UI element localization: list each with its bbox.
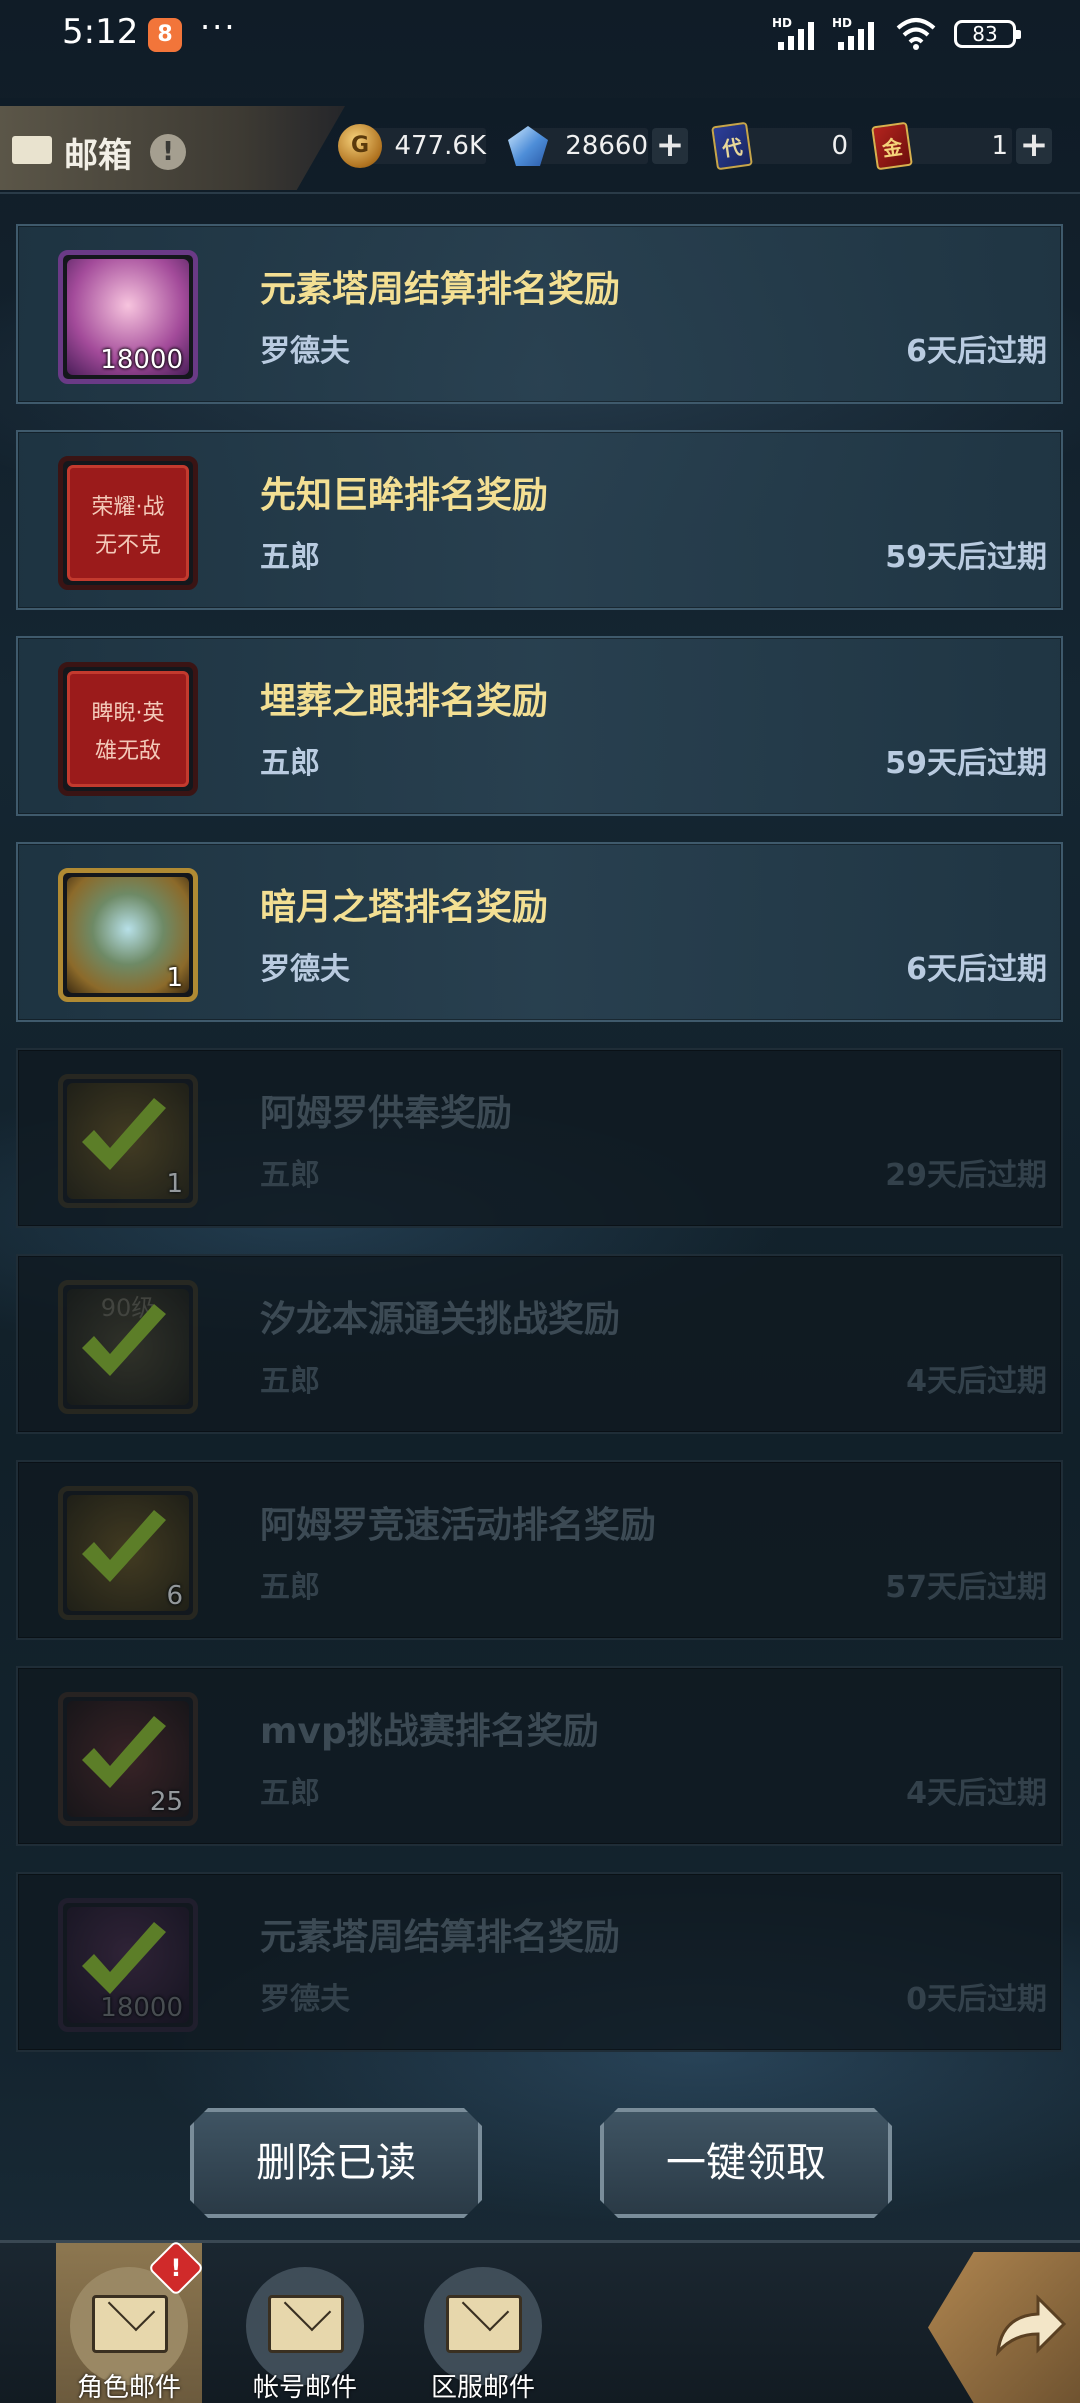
add-red-card-button[interactable]: + bbox=[1016, 128, 1052, 164]
claimed-check-icon bbox=[82, 1716, 166, 1788]
crystal-counter: 28660 + bbox=[506, 124, 690, 168]
mail-sender: 五郎 bbox=[260, 1776, 320, 1811]
mail-sender: 五郎 bbox=[260, 1570, 320, 1605]
red-card-icon: 金 bbox=[871, 121, 913, 171]
mail-title: 暗月之塔排名奖励 bbox=[260, 887, 549, 928]
delete-read-button[interactable]: 删除已读 bbox=[190, 2108, 482, 2218]
more-notifications-icon: ··· bbox=[200, 8, 237, 46]
mail-sender: 五郎 bbox=[260, 1364, 320, 1399]
battery-icon: 83 bbox=[954, 20, 1021, 48]
mail-sender: 五郎 bbox=[260, 1158, 320, 1193]
gold-value: 477.6K bbox=[394, 131, 486, 161]
envelope-icon bbox=[92, 2295, 168, 2353]
crystal-value: 28660 bbox=[565, 131, 648, 161]
mail-sender: 罗德夫 bbox=[260, 334, 350, 369]
mail-title: 元素塔周结算排名奖励 bbox=[260, 269, 621, 310]
mail-title: mvp挑战赛排名奖励 bbox=[260, 1711, 599, 1752]
mail-expiry: 6天后过期 bbox=[906, 334, 1047, 369]
mail-item[interactable]: 18000 元素塔周结算排名奖励 罗德夫 6天后过期 bbox=[16, 224, 1063, 404]
tab-label: 区服邮件 bbox=[430, 2373, 535, 2403]
tab-label: 帐号邮件 bbox=[252, 2373, 357, 2403]
mail-title: 埋葬之眼排名奖励 bbox=[260, 681, 549, 722]
mail-title: 阿姆罗竞速活动排名奖励 bbox=[260, 1505, 657, 1546]
mail-item-read[interactable]: 18000 元素塔周结算排名奖励 罗德夫 0天后过期 bbox=[16, 1872, 1063, 2052]
mail-item[interactable]: 1 暗月之塔排名奖励 罗德夫 6天后过期 bbox=[16, 842, 1063, 1022]
gold-coin-icon: G bbox=[338, 124, 382, 168]
mail-sender: 五郎 bbox=[260, 540, 320, 575]
mail-expiry: 29天后过期 bbox=[885, 1158, 1047, 1193]
mail-sender: 罗德夫 bbox=[260, 952, 350, 987]
reward-thumbnail: 荣耀·战 无不克 bbox=[58, 456, 198, 590]
claim-all-button[interactable]: 一键领取 bbox=[600, 2108, 892, 2218]
tab-account-mail[interactable]: 帐号邮件 bbox=[232, 2243, 378, 2403]
status-bar: 5:12 8 ··· HD HD 83 bbox=[0, 0, 1080, 70]
account-envelope-icon bbox=[268, 2295, 344, 2353]
gold-counter: G 477.6K bbox=[338, 124, 488, 168]
mailbox-header: 邮箱 ! G 477.6K 28660 + 代 0 金 1 + bbox=[0, 98, 1080, 194]
info-icon[interactable]: ! bbox=[150, 134, 186, 170]
mail-title: 汐龙本源通关挑战奖励 bbox=[260, 1299, 621, 1340]
mail-expiry: 0天后过期 bbox=[906, 1982, 1047, 2017]
mail-item-read[interactable]: 6 阿姆罗竞速活动排名奖励 五郎 57天后过期 bbox=[16, 1460, 1063, 1640]
thumbnail-text: 荣耀·战 无不克 bbox=[91, 495, 165, 558]
wifi-icon bbox=[896, 18, 936, 50]
thumbnail-text: 睥睨·英 雄无敌 bbox=[91, 701, 165, 764]
status-time: 5:12 bbox=[62, 12, 139, 52]
mail-title: 阿姆罗供奉奖励 bbox=[260, 1093, 513, 1134]
reward-thumbnail: 18000 bbox=[58, 250, 198, 384]
claimed-check-icon bbox=[82, 1304, 166, 1376]
add-crystal-button[interactable]: + bbox=[652, 128, 688, 164]
mail-item[interactable]: 荣耀·战 无不克 先知巨眸排名奖励 五郎 59天后过期 bbox=[16, 430, 1063, 610]
reward-count: 1 bbox=[166, 963, 183, 993]
claimed-check-icon bbox=[82, 1098, 166, 1170]
mail-item[interactable]: 睥睨·英 雄无敌 埋葬之眼排名奖励 五郎 59天后过期 bbox=[16, 636, 1063, 816]
mail-sender: 五郎 bbox=[260, 746, 320, 781]
mail-item-read[interactable]: 90级 汐龙本源通关挑战奖励 五郎 4天后过期 bbox=[16, 1254, 1063, 1434]
mail-sender: 罗德夫 bbox=[260, 1982, 350, 2017]
return-arrow-icon bbox=[995, 2294, 1067, 2357]
signal-icon bbox=[778, 22, 814, 50]
server-envelope-icon bbox=[446, 2295, 522, 2353]
mail-expiry: 6天后过期 bbox=[906, 952, 1047, 987]
mail-title: 先知巨眸排名奖励 bbox=[260, 475, 549, 516]
mail-expiry: 59天后过期 bbox=[885, 540, 1047, 575]
blue-card-value: 0 bbox=[831, 131, 848, 161]
envelope-icon bbox=[12, 136, 52, 164]
claimed-check-icon bbox=[82, 1922, 166, 1994]
tab-server-mail[interactable]: 区服邮件 bbox=[410, 2243, 556, 2403]
reward-thumbnail: 睥睨·英 雄无敌 bbox=[58, 662, 198, 796]
signal-icon-2 bbox=[838, 22, 874, 50]
mail-item-read[interactable]: 1 阿姆罗供奉奖励 五郎 29天后过期 bbox=[16, 1048, 1063, 1228]
mail-expiry: 57天后过期 bbox=[885, 1570, 1047, 1605]
mail-expiry: 59天后过期 bbox=[885, 746, 1047, 781]
mail-expiry: 4天后过期 bbox=[906, 1364, 1047, 1399]
blue-card-counter: 代 0 bbox=[711, 121, 852, 171]
mail-title: 元素塔周结算排名奖励 bbox=[260, 1917, 621, 1958]
red-card-counter: 金 1 + bbox=[871, 121, 1054, 171]
reward-thumbnail: 1 bbox=[58, 868, 198, 1002]
mailbox-tab: 邮箱 ! bbox=[0, 106, 345, 190]
tab-label: 角色邮件 bbox=[76, 2373, 181, 2403]
reward-count: 18000 bbox=[100, 345, 183, 375]
red-card-value: 1 bbox=[991, 131, 1008, 161]
mail-expiry: 4天后过期 bbox=[906, 1776, 1047, 1811]
page-title: 邮箱 bbox=[64, 136, 132, 176]
claimed-check-icon bbox=[82, 1510, 166, 1582]
blue-card-icon: 代 bbox=[711, 121, 753, 171]
app-notification-icon: 8 bbox=[148, 18, 182, 52]
mail-item-read[interactable]: 25 mvp挑战赛排名奖励 五郎 4天后过期 bbox=[16, 1666, 1063, 1846]
